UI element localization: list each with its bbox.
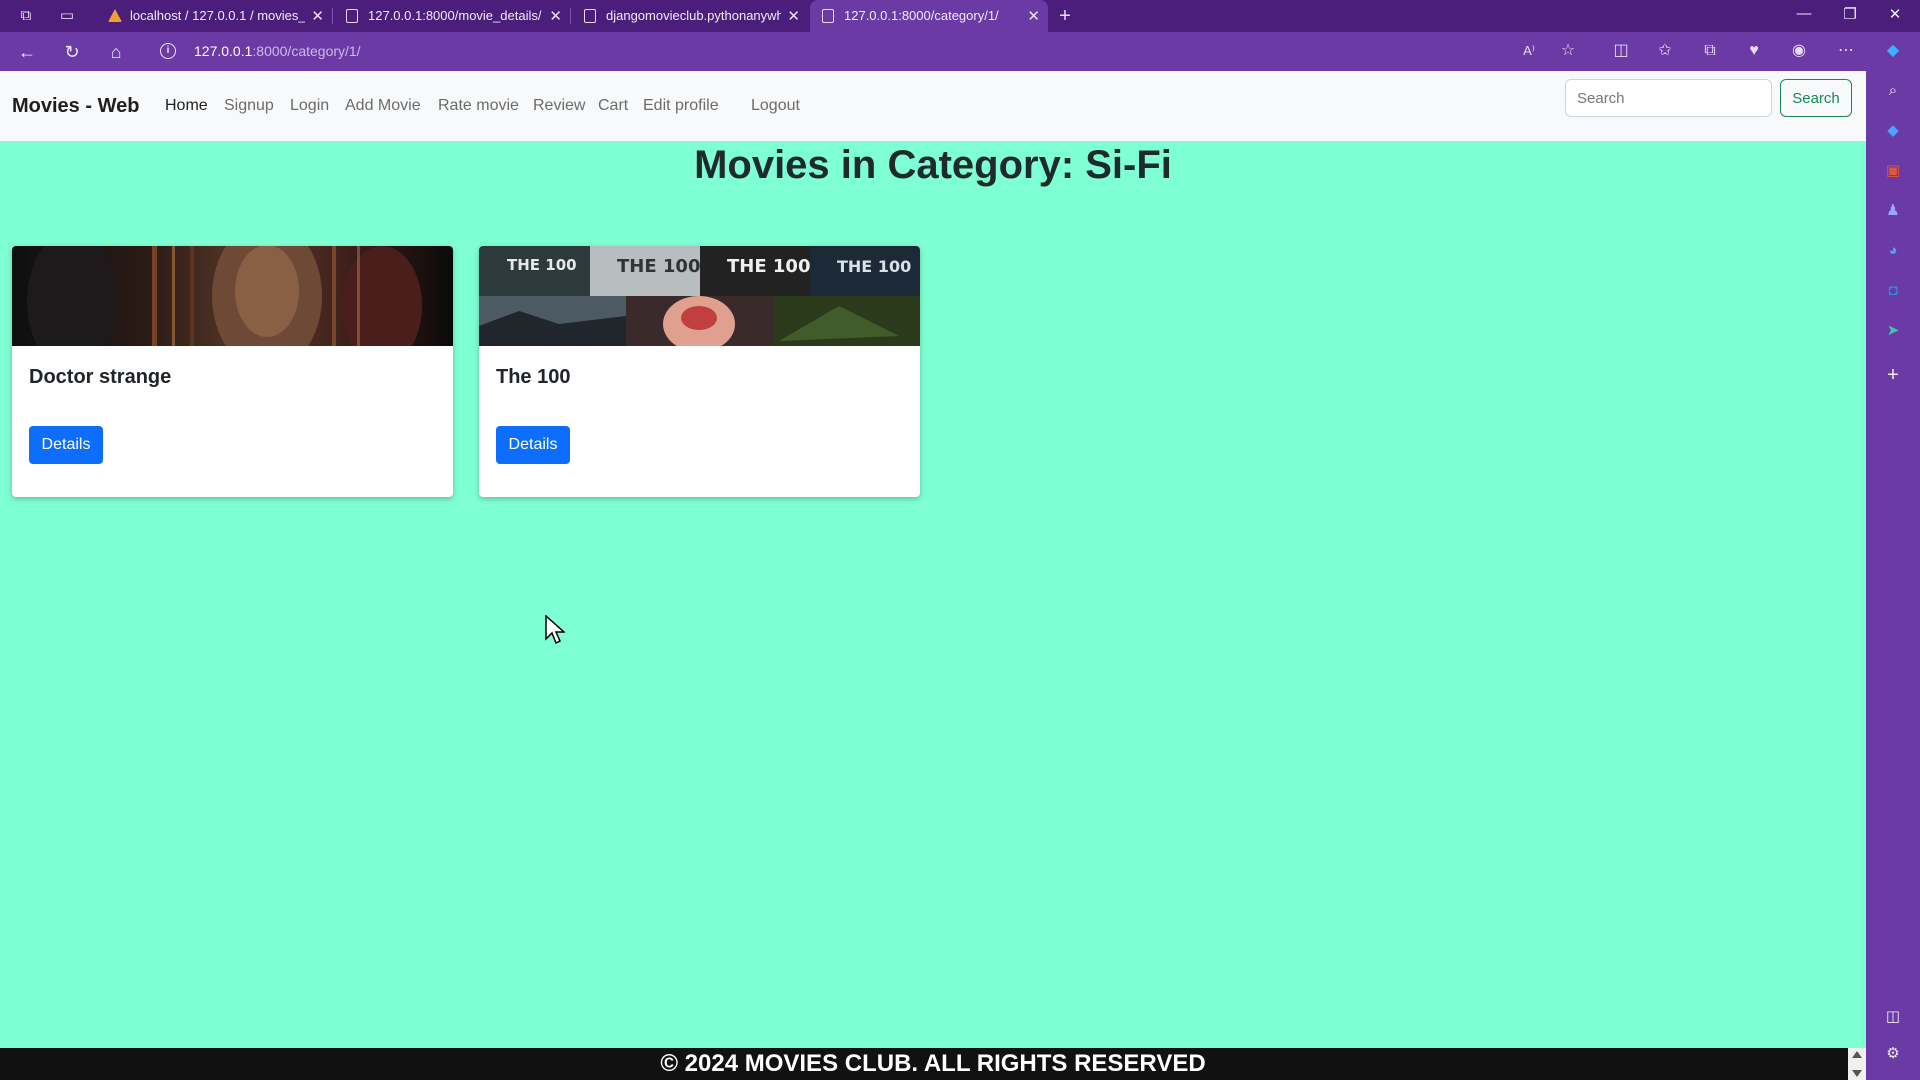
microsoft-365-icon[interactable]: ◕	[1883, 241, 1903, 261]
nav-cart[interactable]: Cart	[598, 97, 628, 115]
tab-separator	[570, 8, 571, 24]
address-bar-row: ← ↻ ⌂ i 127.0.0.1:8000/category/1/ A⁾ ☆ …	[0, 32, 1920, 71]
tab-label: 127.0.0.1:8000/category/1/	[844, 8, 999, 23]
site-footer: © 2024 MOVIES CLUB. ALL RIGHTS RESERVED	[0, 1048, 1866, 1080]
drop-send-icon[interactable]: ➤	[1883, 321, 1903, 341]
favorites-icon[interactable]: ✩	[1654, 40, 1676, 62]
restore-icon[interactable]: ❐	[1840, 5, 1860, 23]
close-window-icon[interactable]: ✕	[1885, 5, 1905, 23]
tab-movie-details[interactable]: 127.0.0.1:8000/movie_details/ ✕	[334, 0, 571, 32]
movie-poster-image: THE 100 THE 100 THE 100 THE 100	[479, 246, 920, 346]
add-sidebar-app-icon[interactable]: +	[1883, 365, 1903, 385]
mouse-cursor-icon	[545, 615, 565, 645]
tools-briefcase-icon[interactable]: ▣	[1883, 161, 1903, 181]
search-input[interactable]	[1565, 79, 1772, 117]
nav-add-movie[interactable]: Add Movie	[345, 97, 421, 115]
nav-rate-movie[interactable]: Rate movie	[438, 97, 519, 115]
split-screen-icon[interactable]: ◫	[1610, 40, 1632, 62]
games-icon[interactable]: ♟	[1883, 201, 1903, 221]
page-viewport: Movies - Web Home Signup Login Add Movie…	[0, 71, 1866, 1080]
warning-favicon-icon	[108, 9, 122, 22]
sidebar-settings-icon[interactable]: ⚙	[1883, 1044, 1903, 1064]
new-tab-icon[interactable]: +	[1055, 6, 1075, 26]
favorite-star-icon[interactable]: ☆	[1557, 40, 1579, 62]
url-text: 127.0.0.1:8000/category/1/	[194, 43, 361, 59]
tab-label: localhost / 127.0.0.1 / movies_db	[130, 8, 305, 23]
movie-title: The 100	[496, 366, 571, 388]
nav-home[interactable]: Home	[165, 97, 208, 115]
tab-pythonanywhere[interactable]: djangomovieclub.pythonanywhere ✕	[572, 0, 808, 32]
nav-login[interactable]: Login	[290, 97, 329, 115]
minimize-icon[interactable]: —	[1794, 5, 1814, 22]
page-scrollbar[interactable]	[1848, 1048, 1866, 1080]
nav-signup[interactable]: Signup	[224, 97, 274, 115]
poster-title-text: THE 100	[507, 256, 577, 274]
more-menu-icon[interactable]: ⋯	[1835, 40, 1857, 62]
close-tab-icon[interactable]: ✕	[311, 7, 324, 25]
tab-phpmyadmin[interactable]: localhost / 127.0.0.1 / movies_db ✕	[96, 0, 333, 32]
url-field[interactable]: i 127.0.0.1:8000/category/1/	[146, 36, 1486, 67]
movie-card: Doctor strange Details	[12, 246, 453, 497]
movie-card: THE 100 THE 100 THE 100 THE 100 The 100 …	[479, 246, 920, 497]
home-icon[interactable]: ⌂	[105, 41, 127, 63]
browser-tab-bar: ⧉ ▭ localhost / 127.0.0.1 / movies_db ✕ …	[0, 0, 1920, 32]
movie-poster-image	[12, 246, 453, 346]
copilot-icon[interactable]: ◆	[1882, 40, 1904, 62]
page-favicon-icon	[346, 9, 358, 23]
outlook-icon[interactable]: ◘	[1883, 281, 1903, 301]
refresh-icon[interactable]: ↻	[61, 41, 83, 63]
browser-sidebar: ⌕ ◆ ▣ ♟ ◕ ◘ ➤ + ◫ ⚙	[1866, 71, 1920, 1080]
close-tab-icon[interactable]: ✕	[1027, 7, 1040, 25]
workspaces-icon[interactable]: ⧉	[16, 6, 36, 26]
details-button[interactable]: Details	[496, 426, 570, 464]
nav-logout[interactable]: Logout	[751, 97, 800, 115]
tab-label: djangomovieclub.pythonanywhere	[606, 8, 781, 23]
browser-essentials-icon[interactable]: ♥	[1743, 40, 1765, 62]
read-aloud-icon[interactable]: A⁾	[1518, 40, 1540, 62]
page-favicon-icon	[822, 9, 834, 23]
tab-label: 127.0.0.1:8000/movie_details/	[368, 8, 542, 23]
page-favicon-icon	[584, 9, 596, 23]
site-navbar: Movies - Web Home Signup Login Add Movie…	[0, 71, 1866, 141]
tab-category-active[interactable]: 127.0.0.1:8000/category/1/ ✕	[810, 0, 1048, 32]
back-icon[interactable]: ←	[16, 41, 38, 63]
scroll-up-arrow-icon[interactable]	[1852, 1051, 1862, 1058]
tab-separator	[332, 8, 333, 24]
brand-logo-text[interactable]: Movies - Web	[12, 95, 139, 118]
details-button[interactable]: Details	[29, 426, 103, 464]
hide-sidebar-icon[interactable]: ◫	[1883, 1007, 1903, 1027]
page-title: Movies in Category: Si-Fi	[694, 143, 1172, 187]
search-sidebar-icon[interactable]: ⌕	[1883, 81, 1903, 101]
collections-icon[interactable]: ⧉	[1699, 40, 1721, 62]
profile-avatar-icon[interactable]: ◉	[1788, 40, 1810, 62]
poster-title-text: THE 100	[727, 256, 810, 277]
movie-title: Doctor strange	[29, 366, 172, 388]
site-info-icon[interactable]: i	[160, 43, 176, 59]
poster-title-text: THE 100	[837, 257, 911, 276]
poster-title-text: THE 100	[617, 256, 700, 277]
nav-edit-profile[interactable]: Edit profile	[643, 97, 719, 115]
close-tab-icon[interactable]: ✕	[549, 7, 562, 25]
scroll-down-arrow-icon[interactable]	[1852, 1070, 1862, 1077]
nav-review[interactable]: Review	[533, 97, 585, 115]
tab-actions-icon[interactable]: ▭	[57, 6, 77, 26]
search-button[interactable]: Search	[1780, 79, 1852, 117]
shopping-tag-icon[interactable]: ◆	[1883, 121, 1903, 141]
close-tab-icon[interactable]: ✕	[787, 7, 800, 25]
